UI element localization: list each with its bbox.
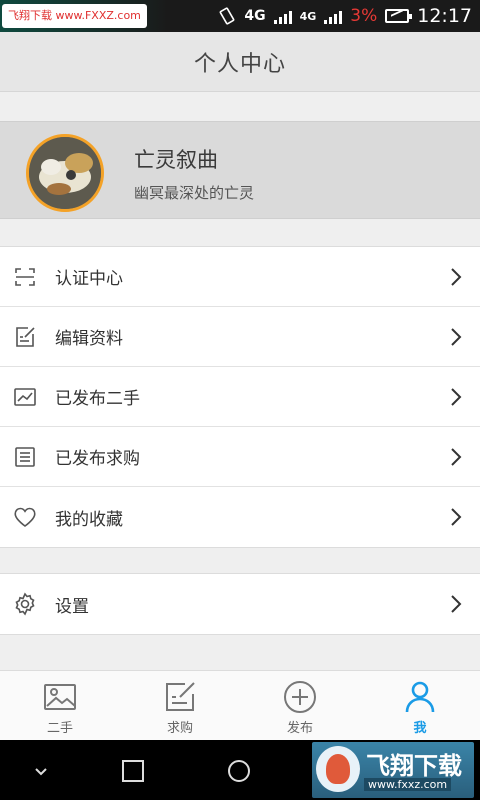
profile-bio: 幽冥最深处的亡灵 [134, 184, 255, 202]
profile-name: 亡灵叙曲 [134, 148, 218, 172]
status-bar: 飞翔下载 www.FXXZ.com 4G 4G 3% 12:17 [0, 0, 480, 32]
chevron-right-icon [451, 595, 462, 613]
bottom-nav: 二手 求购 发布 我 [0, 670, 480, 740]
chevron-right-icon [451, 508, 462, 526]
menu-item-certification[interactable]: 认证中心 [0, 247, 480, 307]
network-type-2: 4G [299, 9, 317, 23]
title-bar: 个人中心 [0, 32, 480, 92]
chevron-down-icon[interactable] [28, 758, 54, 784]
menu-item-label: 已发布求购 [55, 449, 140, 469]
gear-icon [15, 592, 35, 616]
menu-item-edit-profile[interactable]: 编辑资料 [0, 307, 480, 367]
tab-label: 发布 [286, 721, 313, 736]
tab-secondhand[interactable]: 二手 [0, 671, 120, 740]
menu-item-label: 编辑资料 [55, 329, 123, 349]
network-type: 4G [244, 8, 266, 24]
menu-item-label: 已发布二手 [55, 389, 140, 409]
system-nav-bar: 飞翔下载 www.fxxz.com [0, 740, 480, 800]
watermark-logo: 飞翔下载 www.fxxz.com [312, 742, 474, 798]
watermark-title: 飞翔下载 [366, 752, 462, 780]
tab-label: 我 [413, 721, 427, 736]
page-title: 个人中心 [193, 51, 286, 77]
menu-item-label: 认证中心 [55, 269, 123, 289]
home-button[interactable] [226, 758, 252, 784]
battery-percent: 3% [350, 6, 378, 26]
battery-icon [385, 9, 413, 23]
menu-item-settings[interactable]: 设置 [0, 574, 480, 634]
list-icon [15, 447, 35, 467]
rotate-icon [219, 7, 235, 25]
chevron-right-icon [451, 328, 462, 346]
status-indicators: 4G 4G 3% 12:17 [218, 0, 472, 32]
menu-item-label: 设置 [55, 596, 89, 617]
menu-item-posted-wanted[interactable]: 已发布求购 [0, 427, 480, 487]
settings-list: 设置 [0, 573, 480, 635]
menu-item-label: 我的收藏 [55, 509, 123, 530]
watermark-badge: 飞翔下载 www.FXXZ.com [2, 4, 147, 28]
plus-circle-icon [284, 681, 316, 713]
signal-icon-2 [324, 8, 343, 24]
edit-icon [166, 682, 195, 711]
chevron-right-icon [451, 448, 462, 466]
avatar[interactable] [26, 134, 104, 212]
menu-item-favorites[interactable]: 我的收藏 [0, 487, 480, 547]
recent-apps-button[interactable] [120, 758, 146, 784]
edit-icon [16, 327, 35, 347]
menu-item-posted-secondhand[interactable]: 已发布二手 [0, 367, 480, 427]
tab-label: 求购 [166, 721, 193, 736]
tab-label: 二手 [46, 721, 73, 736]
chevron-right-icon [451, 268, 462, 286]
image-icon [44, 684, 76, 710]
watermark-emblem [316, 746, 360, 792]
tab-publish[interactable]: 发布 [240, 671, 360, 740]
chevron-right-icon [451, 388, 462, 406]
profile-card[interactable]: 亡灵叙曲 幽冥最深处的亡灵 [0, 121, 480, 219]
person-icon [405, 681, 435, 713]
avatar-image [29, 137, 101, 209]
signal-icon [273, 8, 292, 24]
watermark-url: www.fxxz.com [364, 778, 452, 791]
menu-list: 认证中心 编辑资料 已发布二手 已发布求购 我的收藏 [0, 246, 480, 548]
tab-me[interactable]: 我 [360, 671, 480, 740]
clock: 12:17 [417, 5, 472, 27]
heart-icon [14, 507, 36, 527]
chart-icon [14, 388, 36, 406]
tab-wanted[interactable]: 求购 [120, 671, 240, 740]
scan-icon [15, 268, 35, 286]
